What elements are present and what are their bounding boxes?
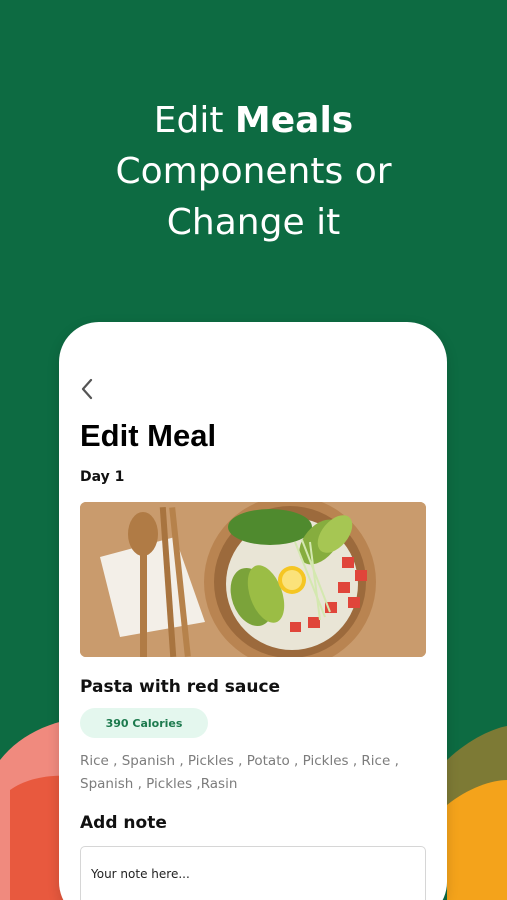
note-input[interactable] [80, 846, 426, 900]
meal-name: Pasta with red sauce [80, 677, 281, 697]
ingredients-line-1: Rice , Spanish , Pickles , Potato , Pick… [80, 753, 399, 769]
ingredients-list: Rice , Spanish , Pickles , Potato , Pick… [80, 750, 420, 796]
phone-screen-card: Edit Meal Day 1 Pasta with red sauce 390… [59, 322, 447, 900]
promo-headline: Edit Meals Components or Change it [0, 95, 507, 248]
promo-line-3: Change it [166, 202, 341, 243]
meal-photo [80, 502, 426, 657]
calories-badge: 390 Calories [80, 708, 208, 738]
ingredients-line-2: Spanish , Pickles ,Rasin [80, 776, 238, 792]
add-note-label: Add note [80, 813, 167, 833]
promo-line-1-regular: Edit [153, 100, 235, 141]
back-button[interactable] [75, 374, 99, 404]
promo-line-1-bold: Meals [234, 100, 354, 141]
promo-line-1: Edit Meals [0, 95, 507, 146]
day-label: Day 1 [80, 469, 125, 485]
chevron-left-icon [81, 378, 93, 400]
promo-line-2: Components or [115, 151, 392, 192]
page-title: Edit Meal [80, 418, 217, 453]
